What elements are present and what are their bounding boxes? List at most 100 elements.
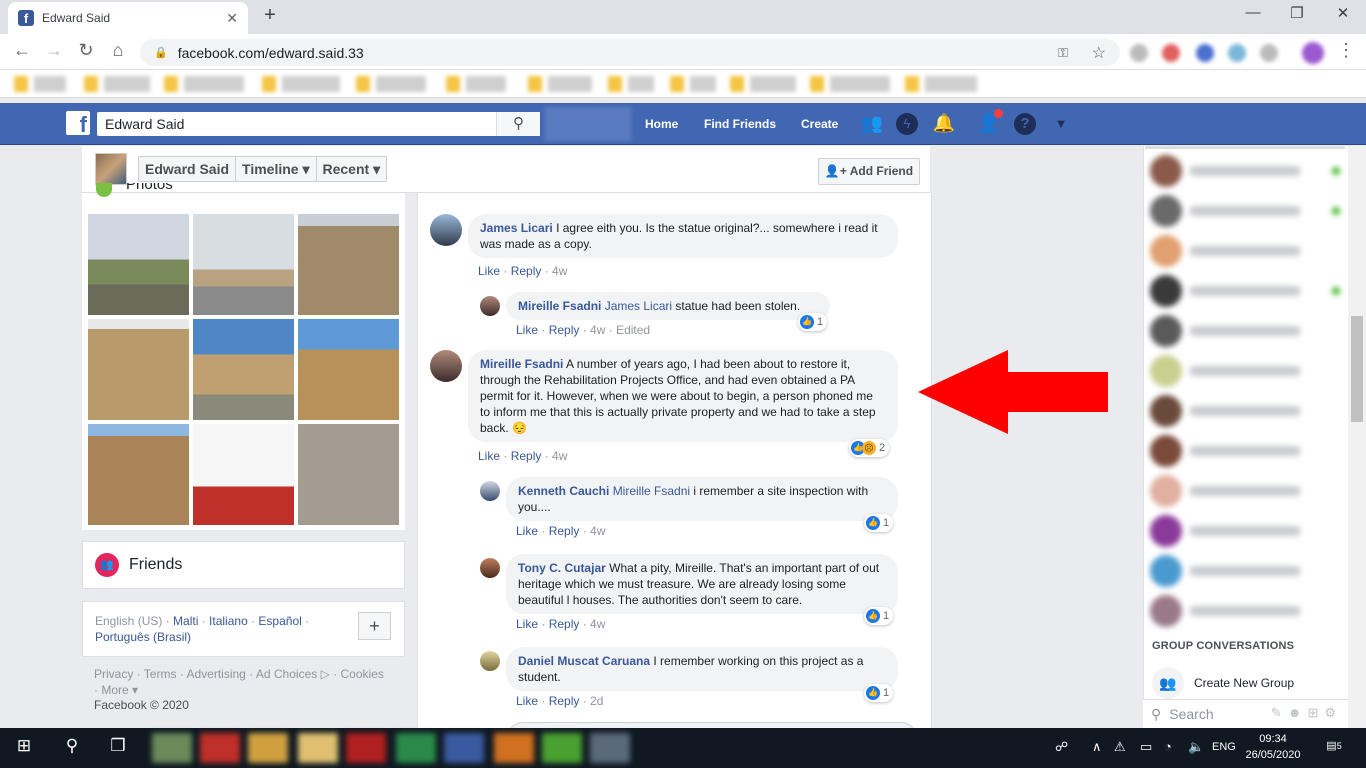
- chat-contact[interactable]: [1150, 553, 1340, 589]
- bookmark-item[interactable]: [528, 76, 592, 92]
- bookmark-item[interactable]: [730, 76, 796, 92]
- comment-author[interactable]: Kenneth Cauchi: [518, 484, 609, 498]
- comment-author[interactable]: James Licari: [480, 221, 553, 235]
- chat-contact[interactable]: [1150, 513, 1340, 549]
- reaction-count[interactable]: 👍 1: [798, 313, 828, 331]
- footer-terms[interactable]: Terms: [144, 667, 177, 681]
- bookmark-item[interactable]: [608, 76, 654, 92]
- window-close-button[interactable]: ✕: [1320, 4, 1366, 22]
- comment-author[interactable]: Daniel Muscat Caruana: [518, 654, 650, 668]
- photo-thumbnail[interactable]: [88, 319, 189, 420]
- facebook-search-input[interactable]: Edward Said ⚲: [97, 112, 540, 136]
- like-link[interactable]: Like: [516, 524, 538, 538]
- photo-thumbnail[interactable]: [298, 214, 399, 315]
- action-center-icon[interactable]: ▤5: [1323, 739, 1345, 752]
- friends-icon[interactable]: 👥: [860, 113, 884, 134]
- footer-cookies[interactable]: Cookies: [340, 667, 383, 681]
- like-link[interactable]: Like: [516, 323, 538, 337]
- chat-contact[interactable]: [1150, 353, 1340, 389]
- bookmark-item[interactable]: [670, 76, 716, 92]
- own-profile-button[interactable]: [545, 107, 631, 141]
- taskbar-app[interactable]: [396, 733, 436, 763]
- network-warning-icon[interactable]: ⚠: [1114, 739, 1126, 755]
- footer-privacy[interactable]: Privacy: [94, 667, 133, 681]
- bookmark-item[interactable]: [262, 76, 340, 92]
- menu-icon[interactable]: ⋮: [1334, 40, 1358, 61]
- chat-contact[interactable]: [1150, 593, 1340, 629]
- photo-thumbnail[interactable]: [193, 214, 294, 315]
- chat-contact[interactable]: [1150, 433, 1340, 469]
- extension-icon[interactable]: [1228, 44, 1246, 62]
- taskbar-app[interactable]: [200, 733, 240, 763]
- photo-thumbnail[interactable]: [193, 424, 294, 525]
- reaction-count[interactable]: 👍 ☹ 2: [849, 439, 890, 457]
- page-scrollbar[interactable]: [1348, 146, 1366, 728]
- comment-time[interactable]: 4w: [590, 617, 605, 631]
- breadcrumb-recent[interactable]: Recent ▾: [317, 157, 387, 181]
- reply-link[interactable]: Reply: [549, 617, 580, 631]
- taskbar-app[interactable]: [590, 733, 630, 763]
- taskbar-app[interactable]: [542, 733, 582, 763]
- chat-contact[interactable]: [1150, 273, 1340, 309]
- scrollbar-thumb[interactable]: [1351, 316, 1363, 422]
- bookmark-item[interactable]: [164, 76, 244, 92]
- footer-advertising[interactable]: Advertising: [186, 667, 245, 681]
- reply-link[interactable]: Reply: [511, 264, 542, 278]
- language-link[interactable]: Italiano: [209, 614, 248, 628]
- chat-tools-icon[interactable]: ✎☻⊞⚙: [1271, 705, 1342, 721]
- chat-contact[interactable]: [1150, 313, 1340, 349]
- extension-icon[interactable]: [1162, 44, 1180, 62]
- system-clock[interactable]: 09:34 26/05/2020: [1245, 731, 1301, 763]
- reaction-count[interactable]: 👍 1: [864, 514, 894, 532]
- bookmark-item[interactable]: [446, 76, 506, 92]
- taskbar-app[interactable]: [444, 733, 484, 763]
- avatar[interactable]: [95, 153, 127, 185]
- like-link[interactable]: Like: [478, 449, 500, 463]
- breadcrumb-profile-name[interactable]: Edward Said: [139, 157, 237, 181]
- taskbar-app[interactable]: [152, 733, 192, 763]
- key-icon[interactable]: ⚿: [1058, 45, 1068, 61]
- avatar[interactable]: [480, 481, 500, 501]
- language-link[interactable]: Português (Brasil): [95, 630, 191, 644]
- restore-button[interactable]: ❐: [1274, 4, 1320, 22]
- home-icon[interactable]: ⌂: [106, 40, 130, 61]
- comment-time[interactable]: 4w: [552, 264, 567, 278]
- windows-start-icon[interactable]: ⊞: [9, 736, 39, 756]
- help-icon[interactable]: ?: [1014, 113, 1036, 135]
- comment-time[interactable]: 4w: [590, 323, 605, 337]
- add-friend-button[interactable]: 👤+ Add Friend: [818, 158, 920, 185]
- reaction-count[interactable]: 👍 1: [864, 607, 894, 625]
- comment-mention[interactable]: James Licari: [605, 299, 672, 313]
- comment-author[interactable]: Mireille Fsadni: [480, 357, 563, 371]
- chat-contact[interactable]: [1150, 153, 1340, 189]
- reply-link[interactable]: Reply: [549, 694, 580, 708]
- chat-contact[interactable]: [1150, 473, 1340, 509]
- photo-thumbnail[interactable]: [193, 319, 294, 420]
- language-link[interactable]: Malti: [173, 614, 198, 628]
- reply-link[interactable]: Reply: [511, 449, 542, 463]
- more-languages-button[interactable]: +: [358, 612, 391, 640]
- search-icon[interactable]: ⚲: [57, 736, 87, 756]
- comment-time[interactable]: 4w: [590, 524, 605, 538]
- footer-more[interactable]: More: [101, 683, 128, 697]
- taskbar-app[interactable]: [346, 733, 386, 763]
- reload-icon[interactable]: ↻: [74, 40, 98, 61]
- photo-thumbnail[interactable]: [298, 424, 399, 525]
- create-group-button[interactable]: 👥 Create New Group: [1152, 667, 1294, 699]
- bookmark-item[interactable]: [905, 76, 977, 92]
- nav-find-friends[interactable]: Find Friends: [704, 117, 776, 131]
- chat-contact[interactable]: [1150, 233, 1340, 269]
- extension-icon[interactable]: [1130, 44, 1148, 62]
- extension-icon[interactable]: [1260, 44, 1278, 62]
- show-hidden-icons[interactable]: ∧: [1092, 739, 1102, 755]
- battery-icon[interactable]: ▭: [1140, 739, 1152, 755]
- like-link[interactable]: Like: [478, 264, 500, 278]
- nav-create[interactable]: Create: [801, 117, 838, 131]
- comment-time[interactable]: 4w: [552, 449, 567, 463]
- comment-author[interactable]: Tony C. Cutajar: [518, 561, 606, 575]
- dropdown-icon[interactable]: ▼: [1049, 116, 1073, 131]
- avatar[interactable]: [480, 651, 500, 671]
- photo-thumbnail[interactable]: [298, 319, 399, 420]
- taskbar-app[interactable]: [494, 733, 534, 763]
- profile-avatar[interactable]: [1302, 42, 1324, 64]
